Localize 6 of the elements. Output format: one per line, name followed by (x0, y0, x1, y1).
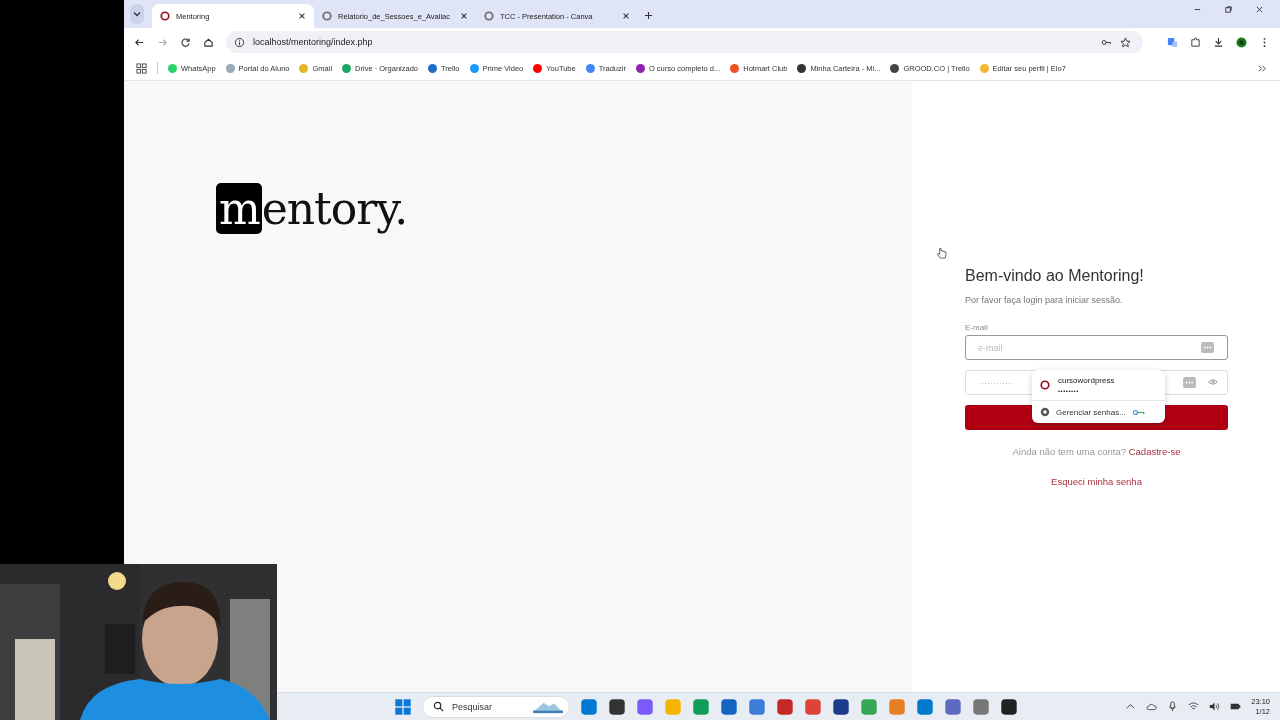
logo: mentory. (216, 183, 408, 235)
login-subtitle: Por favor faça login para iniciar sessão. (965, 295, 1124, 305)
saved-username: cursowordpress (1058, 376, 1115, 385)
email-label: E-mail (965, 323, 989, 332)
signup-prompt: Ainda não tem uma conta? Cadastre-se (1011, 446, 1182, 457)
welcome-title: Bem-vindo ao Mentoring! (965, 267, 1145, 285)
